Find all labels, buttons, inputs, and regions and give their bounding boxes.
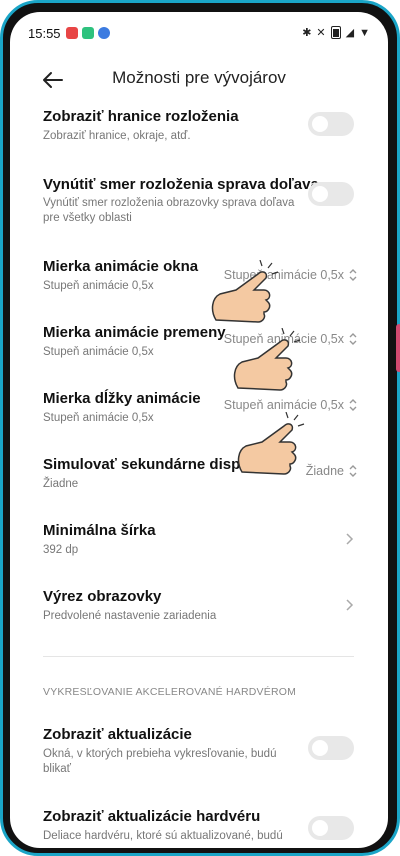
side-button bbox=[396, 324, 400, 372]
chevron-right-icon bbox=[346, 533, 354, 545]
screen: 15:55 ✱ ✕ ◢ ▼ Možnosti pre vývojárov Zob… bbox=[10, 12, 388, 848]
bluetooth-icon: ✱ bbox=[302, 27, 312, 39]
updown-chevron-icon bbox=[349, 399, 357, 411]
setting-animator-duration-scale[interactable]: Mierka dĺžky animácie Stupeň animácie 0,… bbox=[10, 388, 388, 438]
setting-title: Mierka dĺžky animácie bbox=[43, 390, 201, 407]
updown-chevron-icon bbox=[349, 465, 357, 477]
setting-subtitle: Predvolené nastavenie zariadenia bbox=[43, 610, 217, 622]
setting-show-hardware-updates[interactable]: Zobraziť aktualizácie hardvéru Deliace h… bbox=[10, 806, 388, 848]
setting-smallest-width[interactable]: Minimálna šírka 392 dp bbox=[10, 520, 388, 570]
wifi-icon: ▼ bbox=[359, 26, 370, 39]
setting-simulate-secondary-displays[interactable]: Simulovať sekundárne displeje Žiadne Žia… bbox=[10, 454, 388, 504]
tap-hand-icon bbox=[233, 328, 301, 391]
setting-title: Minimálna šírka bbox=[43, 522, 156, 539]
setting-display-cutout[interactable]: Výrez obrazovky Predvolené nastavenie za… bbox=[10, 586, 388, 636]
toggle-switch[interactable] bbox=[308, 112, 354, 136]
updown-chevron-icon bbox=[349, 269, 357, 281]
setting-show-view-updates[interactable]: Zobraziť aktualizácie Okná, v ktorých pr… bbox=[10, 724, 388, 790]
app-bar: Možnosti pre vývojárov bbox=[10, 60, 388, 100]
setting-value: Stupeň animácie 0,5x bbox=[223, 398, 344, 412]
tap-hand-icon bbox=[211, 260, 279, 323]
status-bar: 15:55 ✱ ✕ ◢ ▼ bbox=[10, 12, 388, 56]
divider bbox=[43, 656, 354, 657]
section-header: VYKRESĽOVANIE AKCELEROVANÉ HARDVÉROM bbox=[43, 686, 297, 698]
setting-title: Zobraziť aktualizácie bbox=[43, 726, 192, 743]
updown-chevron-icon bbox=[349, 333, 357, 345]
system-status-icons: ✱ ✕ ◢ ▼ bbox=[302, 26, 370, 39]
setting-window-animation-scale[interactable]: Mierka animácie okna Stupeň animácie 0,5… bbox=[10, 256, 388, 306]
app-notification-icon bbox=[66, 27, 78, 39]
setting-transition-animation-scale[interactable]: Mierka animácie premeny Stupeň animácie … bbox=[10, 322, 388, 372]
mute-icon: ✕ bbox=[316, 27, 326, 39]
setting-title: Mierka animácie okna bbox=[43, 258, 199, 275]
setting-title: Vynútiť smer rozloženia sprava doľava bbox=[43, 176, 319, 193]
setting-subtitle: Okná, v ktorých prebieha vykresľovanie, … bbox=[43, 748, 277, 775]
battery-icon bbox=[330, 26, 341, 39]
chevron-right-icon bbox=[346, 599, 354, 611]
toggle-switch[interactable] bbox=[308, 736, 354, 760]
setting-title: Mierka animácie premeny bbox=[43, 324, 226, 341]
setting-subtitle: 392 dp bbox=[43, 544, 79, 556]
setting-show-layout-bounds[interactable]: Zobraziť hranice rozloženia Zobraziť hra… bbox=[10, 104, 388, 160]
setting-title: Zobraziť aktualizácie hardvéru bbox=[43, 808, 261, 825]
app-notification-icon bbox=[82, 27, 94, 39]
setting-force-rtl[interactable]: Vynútiť smer rozloženia sprava doľava Vy… bbox=[10, 174, 388, 240]
setting-subtitle: Zobraziť hranice, okraje, atď. bbox=[43, 130, 191, 142]
setting-title: Výrez obrazovky bbox=[43, 588, 162, 605]
signal-icon: ◢ bbox=[345, 27, 355, 39]
setting-subtitle: Vynútiť smer rozloženia obrazovky sprava… bbox=[43, 197, 295, 224]
status-time: 15:55 bbox=[28, 26, 61, 41]
toggle-switch[interactable] bbox=[308, 182, 354, 206]
setting-title: Zobraziť hranice rozloženia bbox=[43, 108, 239, 125]
notification-icons bbox=[66, 27, 110, 39]
setting-subtitle: Deliace hardvéru, ktoré sú aktualizované… bbox=[43, 830, 283, 842]
tap-hand-icon bbox=[237, 412, 305, 475]
toggle-switch[interactable] bbox=[308, 816, 354, 840]
app-notification-icon bbox=[98, 27, 110, 39]
page-title: Možnosti pre vývojárov bbox=[112, 68, 286, 87]
